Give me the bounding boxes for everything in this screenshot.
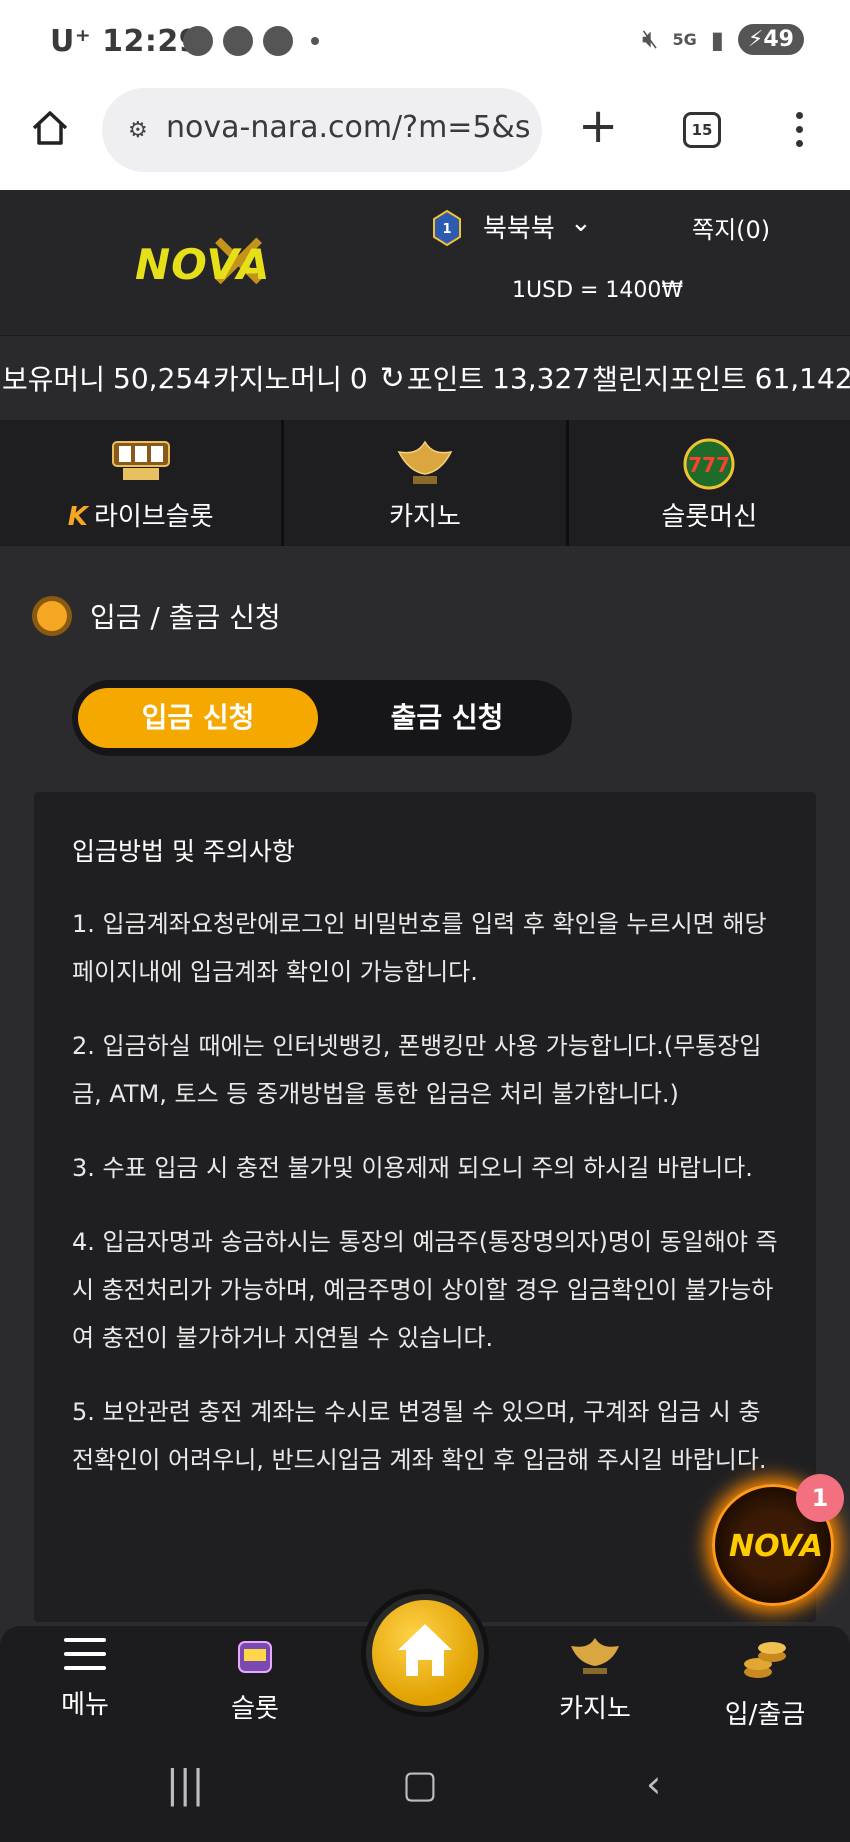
- money-label: 보유머니: [2, 363, 106, 396]
- signal-icon: ▮: [710, 25, 724, 54]
- balance-bar: 보유머니 50,254 카지노머니 0 ↻ 포인트 13,327 챌린지포인트 …: [0, 336, 850, 420]
- browser-toolbar: ⚙ nova-nara.com/?m=5&s + 15: [0, 88, 850, 190]
- chat-icon: [263, 26, 293, 56]
- screenshot-icon: [223, 26, 253, 56]
- notification-badge: 1: [796, 1474, 844, 1522]
- section-title: 입금 / 출금 신청: [90, 601, 281, 634]
- casino-money-value: 0: [349, 361, 368, 395]
- notice-title: 입금방법 및 주의사항: [72, 837, 295, 866]
- logo-text: NOVA: [135, 240, 271, 289]
- address-bar[interactable]: ⚙ nova-nara.com/?m=5&s: [102, 88, 542, 172]
- casino-money-label: 카지노머니: [213, 363, 342, 396]
- messages-link[interactable]: 쪽지(0): [692, 210, 770, 245]
- exchange-rate: 1USD = 1400₩: [512, 278, 684, 303]
- talk-icon: [183, 26, 213, 56]
- hamburger-icon: [64, 1638, 106, 1670]
- home-button[interactable]: [366, 1594, 484, 1712]
- system-icons: 🔇︎ 5G ▮ ⚡49: [642, 24, 804, 55]
- notice-item: 2. 입금하실 때에는 인터넷뱅킹, 폰뱅킹만 사용 가능합니다.(무통장입금,…: [72, 1032, 762, 1108]
- live-slot-icon: [111, 441, 170, 480]
- rank-badge-icon: 1: [433, 210, 461, 246]
- nav-casino[interactable]: 카지노: [525, 1636, 665, 1725]
- slot-machine-icon: [238, 1641, 272, 1673]
- battery-level: 49: [763, 27, 794, 52]
- category-slot-machine-label: 슬롯머신: [661, 502, 758, 532]
- notice-item: 1. 입금계좌요청란에로그인 비밀번호를 입력 후 확인을 누르시면 해당 페이…: [72, 910, 767, 986]
- notice-item: 3. 수표 입금 시 충전 불가및 이용제재 되오니 주의 하시길 바랍니다.: [72, 1154, 753, 1182]
- category-casino[interactable]: 카지노: [284, 420, 569, 546]
- casino-icon: [571, 1638, 619, 1674]
- deposit-withdraw-toggle: 입금 신청 출금 신청: [72, 680, 572, 756]
- battery-icon: ⚡49: [737, 24, 804, 55]
- coins-icon: [744, 1642, 786, 1678]
- home-icon: [398, 1624, 452, 1676]
- recent-apps-icon[interactable]: |||: [166, 1762, 204, 1806]
- nav-menu[interactable]: 메뉴: [15, 1636, 155, 1721]
- nav-slot-label: 슬롯: [231, 1694, 279, 1724]
- system-home-icon[interactable]: ▢: [402, 1762, 438, 1806]
- system-navigation-bar: ||| ▢ ‹: [0, 1728, 850, 1842]
- point-label: 포인트: [406, 363, 485, 396]
- nav-deposit-withdraw[interactable]: 입/출금: [695, 1636, 835, 1731]
- username[interactable]: 북북북: [483, 208, 555, 245]
- url-text[interactable]: nova-nara.com/?m=5&s: [166, 110, 536, 145]
- withdraw-tab[interactable]: 출금 신청: [332, 688, 562, 748]
- category-live-slot[interactable]: K 라이브슬롯: [0, 420, 285, 546]
- nav-deposit-withdraw-label: 입/출금: [724, 1700, 806, 1730]
- notice-item: 5. 보안관련 충전 계좌는 수시로 변경될 수 있으며, 구계좌 입금 시 충…: [72, 1398, 767, 1474]
- svg-text:777: 777: [688, 453, 730, 477]
- floating-logo-text: NOVA: [729, 1529, 823, 1564]
- network-label: 5G: [672, 30, 697, 49]
- challenge-point-value: 61,142: [754, 361, 850, 395]
- category-casino-label: 카지노: [389, 502, 461, 532]
- svg-text:1: 1: [442, 222, 451, 237]
- category-label: K 라이브슬롯: [0, 496, 281, 533]
- status-bar: U⁺ 12:29 🔇︎ 5G ▮ ⚡49: [0, 0, 850, 88]
- status-time: U⁺ 12:29: [50, 24, 200, 59]
- chevron-down-icon[interactable]: ⌄: [570, 208, 592, 238]
- site-header: ✕ NOVA 1 북북북 ⌄ 쪽지(0) 1USD = 1400₩: [0, 190, 850, 336]
- tab-switcher-button[interactable]: 15: [683, 112, 721, 148]
- home-icon[interactable]: [30, 108, 70, 148]
- section-bullet-icon: [32, 596, 72, 636]
- section-header: 입금 / 출금 신청: [32, 596, 281, 636]
- category-slot-machine[interactable]: 777 슬롯머신: [569, 420, 850, 546]
- deposit-tab[interactable]: 입금 신청: [78, 688, 318, 748]
- notification-icons: [183, 26, 319, 56]
- k-logo-icon: K: [67, 502, 88, 532]
- category-nav: K 라이브슬롯 카지노 777 슬롯머신: [0, 420, 850, 546]
- nova-logo[interactable]: ✕ NOVA: [135, 216, 295, 309]
- more-notifications-icon: [311, 37, 319, 45]
- nav-menu-label: 메뉴: [61, 1690, 109, 1720]
- challenge-point-label: 챌린지포인트: [592, 363, 747, 396]
- back-icon[interactable]: ‹: [646, 1762, 661, 1806]
- mute-icon: 🔇︎: [642, 24, 659, 54]
- refresh-icon[interactable]: ↻: [380, 361, 405, 396]
- point-value: 13,327: [492, 361, 591, 395]
- notice-item: 4. 입금자명과 송금하시는 통장의 예금주(통장명의자)명이 동일해야 즉시 …: [72, 1228, 778, 1352]
- new-tab-icon[interactable]: +: [578, 102, 618, 150]
- deposit-notice-panel: 입금방법 및 주의사항 1. 입금계좌요청란에로그인 비밀번호를 입력 후 확인…: [34, 792, 816, 1622]
- money-value: 50,254: [113, 361, 212, 395]
- site-settings-icon[interactable]: ⚙: [128, 118, 148, 143]
- nav-casino-label: 카지노: [559, 1694, 631, 1724]
- nav-slot[interactable]: 슬롯: [185, 1636, 325, 1725]
- 777-slots-icon: 777: [683, 438, 735, 490]
- carrier-label: U⁺: [50, 24, 92, 59]
- category-live-slot-label: 라이브슬롯: [93, 502, 214, 532]
- k-slot-icon: [397, 440, 453, 484]
- browser-menu-icon[interactable]: [796, 112, 804, 154]
